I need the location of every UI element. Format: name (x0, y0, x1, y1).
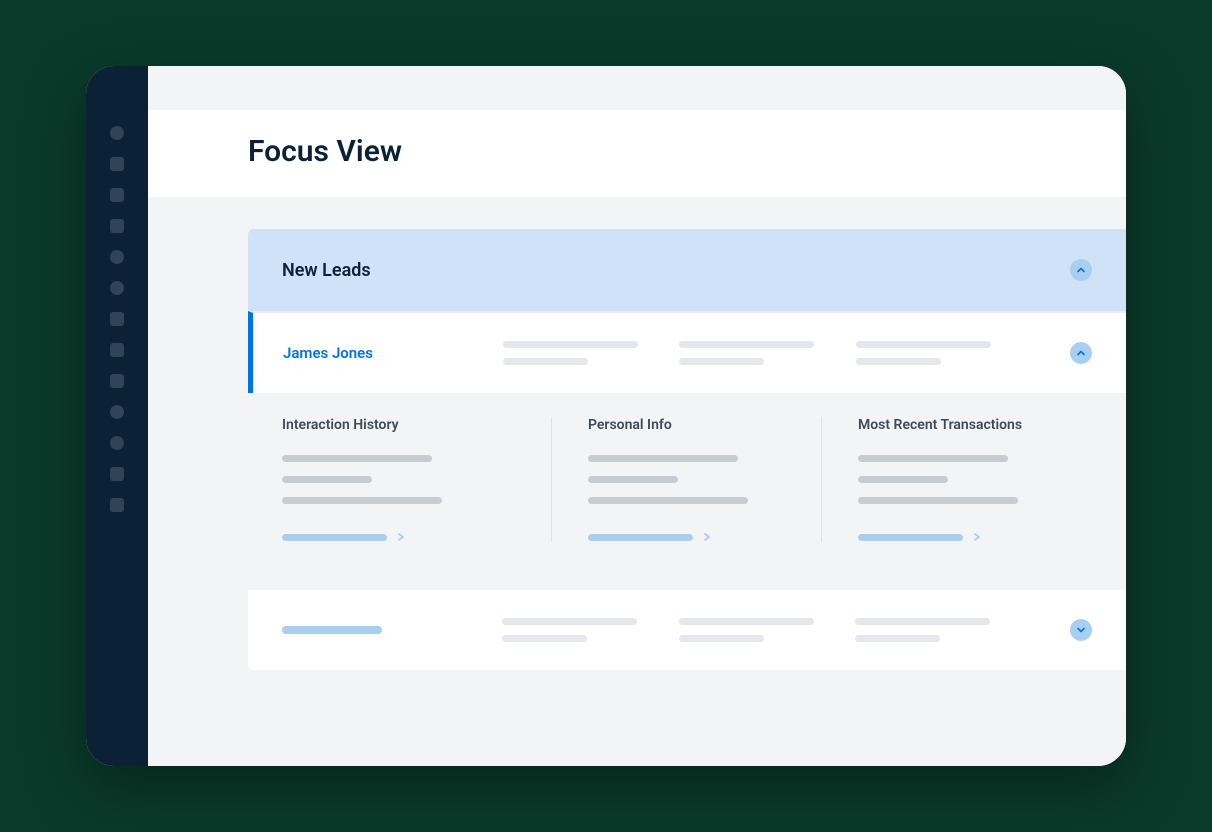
lead-col-placeholder (856, 341, 1012, 365)
section-header-label: New Leads (282, 260, 371, 281)
placeholder-line (282, 455, 432, 462)
sb-item-3[interactable] (110, 188, 124, 202)
placeholder-line (855, 618, 990, 625)
lead-col-placeholder (502, 618, 659, 642)
collapse-section-button[interactable] (1070, 259, 1092, 281)
page-title: Focus View (248, 134, 1026, 169)
placeholder-line (855, 635, 940, 642)
detail-col-title: Most Recent Transactions (858, 417, 1056, 433)
placeholder-line (679, 618, 814, 625)
view-more-link[interactable] (282, 532, 515, 542)
lead-name-placeholder (282, 626, 382, 634)
content: Focus View New Leads James Jones (148, 66, 1126, 766)
placeholder-line (282, 497, 442, 504)
placeholder-line (502, 635, 587, 642)
lead-name: James Jones (283, 344, 483, 362)
placeholder-line (858, 497, 1018, 504)
placeholder-line (588, 497, 748, 504)
placeholder-line (679, 358, 764, 365)
collapse-lead-button[interactable] (1070, 342, 1092, 364)
section-header-new-leads[interactable]: New Leads (248, 229, 1126, 311)
sb-item-13[interactable] (110, 498, 124, 512)
lead-col-placeholder (855, 618, 1012, 642)
chevron-right-icon (973, 532, 981, 542)
sb-item-1[interactable] (110, 126, 124, 140)
lead-row-collapsed[interactable] (248, 572, 1126, 670)
expand-lead-button[interactable] (1070, 619, 1092, 641)
sb-item-7[interactable] (110, 312, 124, 326)
lead-col-placeholder (503, 341, 659, 365)
sb-item-5[interactable] (110, 250, 124, 264)
placeholder-line (858, 476, 948, 483)
panel-wrap: New Leads James Jones (148, 197, 1126, 766)
chevron-right-icon (397, 532, 405, 542)
placeholder-line (503, 341, 638, 348)
lead-col-placeholder (679, 341, 835, 365)
sb-item-8[interactable] (110, 343, 124, 357)
lead-row-james-jones[interactable]: James Jones (248, 311, 1126, 393)
title-bar: Focus View (148, 110, 1126, 197)
detail-col-recent-transactions: Most Recent Transactions (822, 417, 1092, 542)
placeholder-line (679, 635, 764, 642)
chevron-down-icon (1076, 625, 1086, 635)
placeholder-link-bar (588, 534, 693, 541)
leads-panel: New Leads James Jones (248, 229, 1126, 670)
sb-item-10[interactable] (110, 405, 124, 419)
placeholder-link-bar (858, 534, 963, 541)
placeholder-line (502, 618, 637, 625)
placeholder-link-bar (282, 534, 387, 541)
sb-item-4[interactable] (110, 219, 124, 233)
sb-item-9[interactable] (110, 374, 124, 388)
chevron-up-icon (1076, 348, 1086, 358)
placeholder-line (588, 455, 738, 462)
lead-details: Interaction History (248, 393, 1126, 572)
sb-item-12[interactable] (110, 467, 124, 481)
sidebar (86, 66, 148, 766)
placeholder-line (282, 476, 372, 483)
placeholder-line (503, 358, 588, 365)
placeholder-line (856, 358, 941, 365)
top-strip (148, 66, 1126, 110)
sb-item-6[interactable] (110, 281, 124, 295)
sb-item-2[interactable] (110, 157, 124, 171)
placeholder-stack (282, 455, 515, 504)
placeholder-line (856, 341, 991, 348)
view-more-link[interactable] (858, 532, 1056, 542)
placeholder-line (588, 476, 678, 483)
detail-col-personal-info: Personal Info (552, 417, 822, 542)
placeholder-line (858, 455, 1008, 462)
chevron-up-icon (1076, 265, 1086, 275)
placeholder-stack (588, 455, 785, 504)
chevron-right-icon (703, 532, 711, 542)
detail-col-title: Personal Info (588, 417, 785, 433)
placeholder-stack (858, 455, 1056, 504)
app-frame: Focus View New Leads James Jones (86, 66, 1126, 766)
sb-item-11[interactable] (110, 436, 124, 450)
detail-col-title: Interaction History (282, 417, 515, 433)
detail-col-interaction-history: Interaction History (282, 417, 552, 542)
lead-col-placeholder (679, 618, 836, 642)
view-more-link[interactable] (588, 532, 785, 542)
placeholder-line (679, 341, 814, 348)
